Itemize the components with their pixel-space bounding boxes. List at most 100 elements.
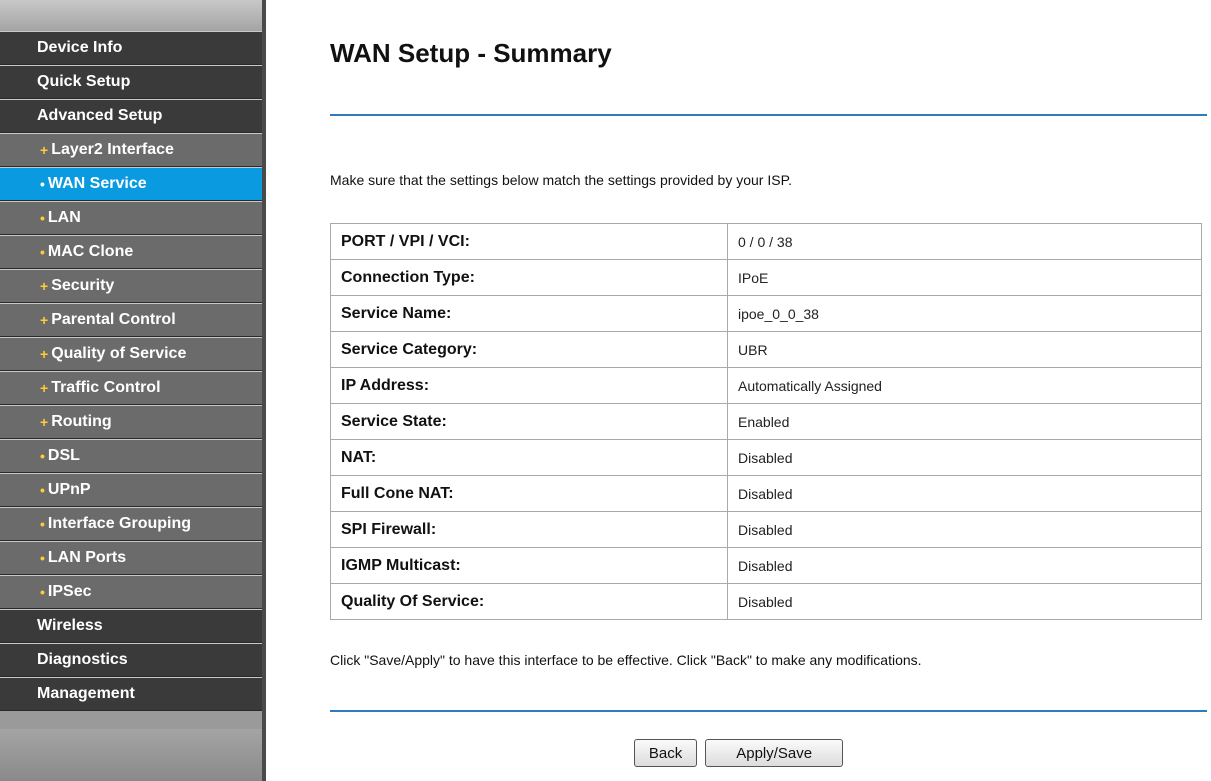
sidebar-item-label: MAC Clone bbox=[47, 243, 134, 260]
apply-save-button[interactable]: Apply/Save bbox=[705, 739, 844, 767]
sidebar-top bbox=[0, 0, 262, 31]
row-value: 0 / 0 / 38 bbox=[727, 223, 1202, 260]
sidebar-item-label: LAN bbox=[47, 209, 81, 226]
sidebar-item-label: Traffic Control bbox=[51, 379, 161, 396]
row-value: UBR bbox=[727, 331, 1202, 368]
sidebar-item-interface-grouping[interactable]: • Interface Grouping bbox=[0, 507, 262, 541]
sidebar-item-label: Quality of Service bbox=[51, 345, 187, 362]
sidebar-item-lan[interactable]: • LAN bbox=[0, 201, 262, 235]
table-row: Full Cone NAT: Disabled bbox=[330, 475, 1202, 512]
sidebar-item-device-info[interactable]: Device Info bbox=[0, 31, 262, 65]
sidebar-item-label: Management bbox=[37, 685, 135, 702]
sidebar-item-quick-setup[interactable]: Quick Setup bbox=[0, 65, 262, 99]
row-value: Disabled bbox=[727, 583, 1202, 620]
sidebar-item-lan-ports[interactable]: • LAN Ports bbox=[0, 541, 262, 575]
sidebar-item-security[interactable]: + Security bbox=[0, 269, 262, 303]
row-label: Service State: bbox=[330, 403, 728, 440]
row-label: Service Name: bbox=[330, 295, 728, 332]
bullet-icon: • bbox=[40, 176, 45, 192]
sidebar-item-label: IPSec bbox=[47, 583, 92, 600]
sidebar-item-label: Routing bbox=[51, 413, 112, 430]
row-value: Disabled bbox=[727, 439, 1202, 476]
table-row: Service Name: ipoe_0_0_38 bbox=[330, 295, 1202, 332]
row-value: Disabled bbox=[727, 511, 1202, 548]
row-label: Service Category: bbox=[330, 331, 728, 368]
row-label: IP Address: bbox=[330, 367, 728, 404]
row-value: Disabled bbox=[727, 475, 1202, 512]
sidebar-item-label: Wireless bbox=[37, 617, 103, 634]
sidebar-item-label: Security bbox=[51, 277, 115, 294]
row-value: ipoe_0_0_38 bbox=[727, 295, 1202, 332]
table-row: NAT: Disabled bbox=[330, 439, 1202, 476]
bullet-icon: • bbox=[40, 244, 45, 260]
row-label: Connection Type: bbox=[330, 259, 728, 296]
button-bar: Back Apply/Save bbox=[266, 739, 1211, 767]
bullet-icon: • bbox=[40, 550, 45, 566]
table-row: Quality Of Service: Disabled bbox=[330, 583, 1202, 620]
main-content: WAN Setup - Summary Make sure that the s… bbox=[266, 0, 1211, 781]
table-row: PORT / VPI / VCI: 0 / 0 / 38 bbox=[330, 223, 1202, 260]
bottom-divider bbox=[330, 710, 1207, 712]
table-row: Service Category: UBR bbox=[330, 331, 1202, 368]
bullet-icon: • bbox=[40, 584, 45, 600]
row-value: Enabled bbox=[727, 403, 1202, 440]
sidebar-item-layer2-interface[interactable]: + Layer2 Interface bbox=[0, 133, 262, 167]
bullet-icon: + bbox=[40, 312, 49, 328]
sidebar-item-mac-clone[interactable]: • MAC Clone bbox=[0, 235, 262, 269]
bullet-icon: • bbox=[40, 210, 45, 226]
bullet-icon: + bbox=[40, 380, 49, 396]
top-divider bbox=[330, 114, 1207, 116]
page-title: WAN Setup - Summary bbox=[330, 38, 612, 68]
sidebar-item-label: LAN Ports bbox=[47, 549, 127, 566]
sidebar-item-label: DSL bbox=[47, 447, 80, 464]
sidebar-item-traffic-control[interactable]: + Traffic Control bbox=[0, 371, 262, 405]
sidebar-item-label: WAN Service bbox=[47, 175, 147, 192]
bullet-icon: • bbox=[40, 448, 45, 464]
sidebar: Device Info Quick Setup Advanced Setup + Lay… bbox=[0, 0, 262, 781]
sidebar-item-label: Quick Setup bbox=[37, 73, 131, 90]
row-label: Quality Of Service: bbox=[330, 583, 728, 620]
sidebar-item-quality-of-service[interactable]: + Quality of Service bbox=[0, 337, 262, 371]
table-row: IGMP Multicast: Disabled bbox=[330, 547, 1202, 584]
sidebar-item-label: Diagnostics bbox=[37, 651, 128, 668]
bullet-icon: • bbox=[40, 516, 45, 532]
table-row: Service State: Enabled bbox=[330, 403, 1202, 440]
back-button[interactable]: Back bbox=[633, 739, 698, 767]
sidebar-item-label: Device Info bbox=[37, 39, 123, 56]
sidebar-item-ipsec[interactable]: • IPSec bbox=[0, 575, 262, 609]
sidebar-item-wireless[interactable]: Wireless bbox=[0, 609, 262, 643]
save-note: Click "Save/Apply" to have this interfac… bbox=[330, 652, 922, 668]
sidebar-item-parental-control[interactable]: + Parental Control bbox=[0, 303, 262, 337]
sidebar-item-management[interactable]: Management bbox=[0, 677, 262, 711]
row-value: Automatically Assigned bbox=[727, 367, 1202, 404]
sidebar-item-routing[interactable]: + Routing bbox=[0, 405, 262, 439]
bullet-icon: • bbox=[40, 482, 45, 498]
sidebar-item-diagnostics[interactable]: Diagnostics bbox=[0, 643, 262, 677]
sidebar-item-label: UPnP bbox=[47, 481, 91, 498]
sidebar-bottom bbox=[0, 729, 262, 781]
bullet-icon: + bbox=[40, 414, 49, 430]
bullet-icon: + bbox=[40, 142, 49, 158]
sidebar-item-advanced-setup[interactable]: Advanced Setup bbox=[0, 99, 262, 133]
row-label: NAT: bbox=[330, 439, 728, 476]
row-label: IGMP Multicast: bbox=[330, 547, 728, 584]
sidebar-item-label: Parental Control bbox=[51, 311, 176, 328]
summary-table: PORT / VPI / VCI: 0 / 0 / 38 Connection Ty… bbox=[330, 223, 1202, 620]
row-label: SPI Firewall: bbox=[330, 511, 728, 548]
bullet-icon: + bbox=[40, 278, 49, 294]
table-row: Connection Type: IPoE bbox=[330, 259, 1202, 296]
instruction-text: Make sure that the settings below match … bbox=[330, 172, 792, 188]
row-label: PORT / VPI / VCI: bbox=[330, 223, 728, 260]
sidebar-item-label: Advanced Setup bbox=[37, 107, 163, 124]
table-row: IP Address: Automatically Assigned bbox=[330, 367, 1202, 404]
sidebar-item-wan-service[interactable]: • WAN Service bbox=[0, 167, 262, 201]
table-row: SPI Firewall: Disabled bbox=[330, 511, 1202, 548]
sidebar-item-label: Interface Grouping bbox=[47, 515, 192, 532]
row-value: IPoE bbox=[727, 259, 1202, 296]
sidebar-item-upnp[interactable]: • UPnP bbox=[0, 473, 262, 507]
row-label: Full Cone NAT: bbox=[330, 475, 728, 512]
nav-list: Device Info Quick Setup Advanced Setup + Lay… bbox=[0, 31, 262, 711]
sidebar-item-label: Layer2 Interface bbox=[51, 141, 174, 158]
sidebar-item-dsl[interactable]: • DSL bbox=[0, 439, 262, 473]
row-value: Disabled bbox=[727, 547, 1202, 584]
